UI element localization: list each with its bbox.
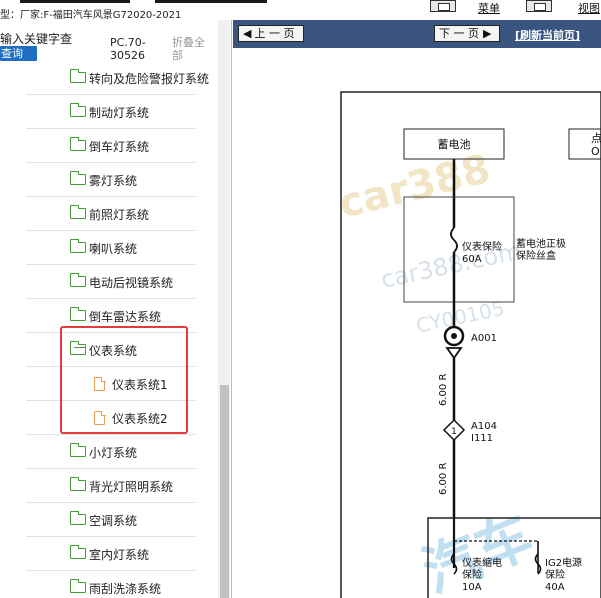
wiring-diagram: car388 car388.com CY00105 汽车 蓄电池 点 O 仪表保… — [334, 91, 601, 598]
wiring-diagram-page: car388 car388.com CY00105 汽车 蓄电池 点 O 仪表保… — [233, 48, 601, 598]
page-navigation-bar: ◀ 上 一 页 下 一 页 ▶ [刷新当前页] — [233, 20, 601, 48]
connector-symbol — [445, 347, 463, 360]
tree-item[interactable]: 制动灯系统 — [26, 96, 196, 129]
query-button[interactable]: 查询 — [0, 46, 37, 61]
folder-icon — [69, 545, 86, 559]
top-divider — [155, 0, 267, 3]
fuse-box-label: 蓄电池正极 — [516, 237, 566, 250]
connector-label: I111 — [471, 433, 493, 444]
tree-item-label: 室内灯系统 — [89, 548, 150, 562]
fuse-label: 40A — [545, 582, 565, 593]
tree-item-label: 背光灯照明系统 — [89, 480, 174, 494]
tree-item-label: 转向及危险警报灯系统 — [89, 72, 210, 86]
fuse-label: 仪表保险 — [462, 240, 502, 253]
arrow-right-icon: ▶ — [483, 27, 492, 40]
top-divider — [20, 0, 130, 3]
connector-label: A104 — [471, 421, 497, 432]
folder-icon — [69, 511, 86, 525]
collapse-all-button[interactable]: 折叠全 部 — [172, 36, 205, 62]
left-tree-panel: 输入关键字查 查询 PC.70- 30526 折叠全 部 转向及危险警报灯系统 … — [0, 20, 232, 598]
tree-item-label: 制动灯系统 — [89, 106, 150, 120]
tree-item-label: 空调系统 — [89, 514, 138, 528]
folder-icon — [69, 273, 86, 287]
next-page-label: 下 一 页 — [439, 27, 479, 40]
tree-item[interactable]: 倒车灯系统 — [26, 130, 196, 163]
folder-icon — [69, 171, 86, 185]
battery-label: 蓄电池 — [438, 138, 471, 151]
highlight-annotation — [60, 326, 188, 434]
home-icon[interactable] — [430, 0, 456, 12]
menu-link[interactable]: 菜单 — [478, 0, 500, 16]
tree-item[interactable]: 雾灯系统 — [26, 164, 196, 197]
tree-item-label: 雾灯系统 — [89, 174, 138, 188]
tree-item[interactable]: 前照灯系统 — [26, 198, 196, 231]
folder-icon — [69, 477, 86, 491]
vehicle-model-label: 型：厂家:F-福田汽车风景G72020-2021 — [0, 10, 182, 21]
tree-item-label: 倒车灯系统 — [89, 140, 150, 154]
collapse-all-line: 部 — [172, 49, 183, 62]
folder-icon — [69, 307, 86, 321]
folder-icon — [69, 239, 86, 253]
tree-item-label: 倒车雷达系统 — [89, 310, 162, 324]
tree-item[interactable]: 背光灯照明系统 — [26, 470, 196, 503]
display-icon[interactable] — [526, 0, 552, 12]
document-viewer: ◀ 上 一 页 下 一 页 ▶ [刷新当前页] car388 car388.com … — [233, 20, 601, 598]
fuse-label: 60A — [462, 254, 482, 265]
tree-item[interactable]: 雨刮洗涤系统 — [26, 572, 196, 598]
tree-item-label: 电动后视镜系统 — [89, 276, 174, 290]
tree-item[interactable]: 室内灯系统 — [26, 538, 196, 571]
wire-label: 6.00 R — [438, 463, 449, 495]
pc-code-line: 30526 — [110, 49, 145, 62]
fuse-label: 保险 — [545, 568, 565, 581]
pc-code-label: PC.70- 30526 — [110, 36, 146, 62]
tree-item[interactable]: 小灯系统 — [26, 436, 196, 469]
collapse-all-line: 折叠全 — [172, 36, 205, 49]
folder-icon — [69, 443, 86, 457]
fuse-label: IG2电源 — [545, 556, 582, 569]
fuse-label: 10A — [462, 582, 482, 593]
splice-number: 1 — [451, 427, 457, 437]
next-page-button[interactable]: 下 一 页 ▶ — [434, 25, 500, 42]
partial-box-label: O — [591, 145, 600, 158]
wire-label: 6.00 R — [438, 374, 449, 406]
fuse-label: 仪表缩电 — [462, 556, 502, 569]
tree-item-label: 小灯系统 — [89, 446, 138, 460]
top-strip: 型：厂家:F-福田汽车风景G72020-2021 菜单 视图 — [0, 0, 601, 21]
tree-item[interactable]: 喇叭系统 — [26, 232, 196, 265]
prev-page-label: 上 一 页 — [254, 27, 295, 40]
connector-label: A001 — [471, 333, 497, 344]
pc-code-line: PC.70- — [110, 36, 146, 49]
folder-icon — [69, 103, 86, 117]
tree-item[interactable]: 空调系统 — [26, 504, 196, 537]
arrow-left-icon: ◀ — [243, 27, 252, 40]
prev-page-button[interactable]: ◀ 上 一 页 — [238, 25, 304, 42]
folder-icon — [69, 579, 86, 593]
tree-item[interactable]: 电动后视镜系统 — [26, 266, 196, 299]
fuse-symbol — [450, 227, 458, 253]
folder-icon — [69, 137, 86, 151]
partial-box-label: 点 — [591, 132, 601, 145]
watermark-text: car388 — [334, 146, 494, 228]
watermark: car388 car388.com CY00105 汽车 — [334, 146, 542, 598]
refresh-page-link[interactable]: [刷新当前页] — [515, 27, 580, 43]
tree-item-label: 雨刮洗涤系统 — [89, 582, 162, 596]
fuse-label: 保险 — [462, 568, 482, 581]
folder-icon — [69, 69, 86, 83]
fuse-box-label: 保险丝盒 — [516, 249, 556, 262]
tree-item-label: 前照灯系统 — [89, 208, 150, 222]
tree-item-label: 喇叭系统 — [89, 242, 138, 256]
tree-item[interactable]: 转向及危险警报灯系统 — [26, 62, 209, 95]
search-row: 输入关键字查 查询 PC.70- 30526 折叠全 部 — [0, 28, 231, 62]
scrollbar-thumb[interactable] — [220, 385, 229, 598]
connector-pin — [451, 333, 457, 339]
folder-icon — [69, 205, 86, 219]
search-input[interactable]: 输入关键字查 — [0, 30, 72, 47]
view-link[interactable]: 视图 — [578, 0, 600, 16]
